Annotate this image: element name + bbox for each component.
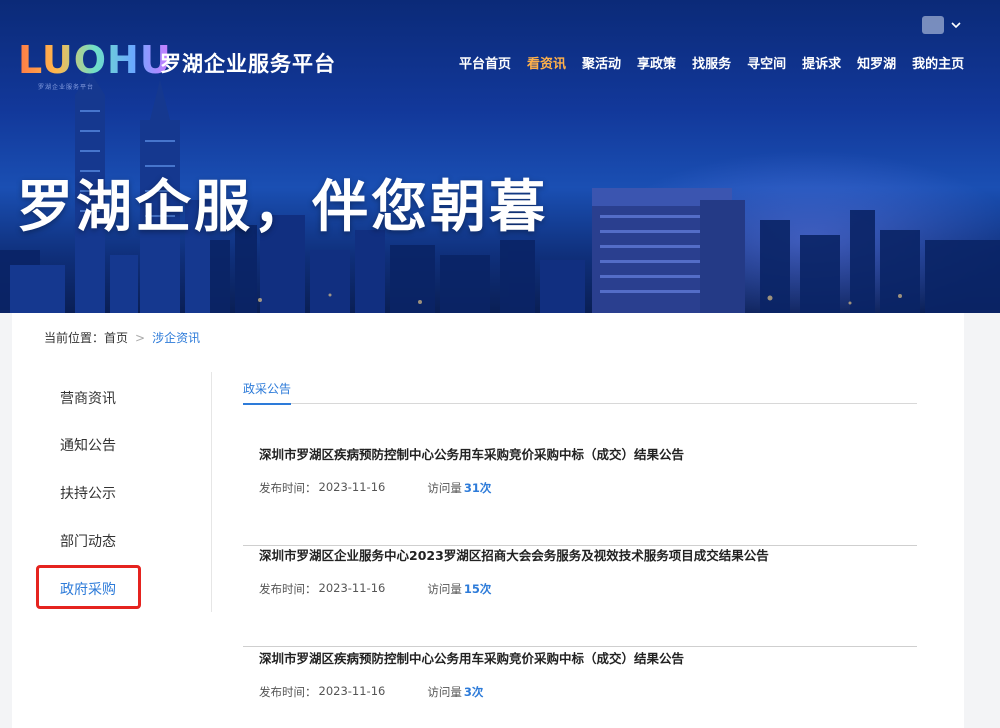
nav-item-requests[interactable]: 提诉求 [802,53,841,72]
publish-date: 2023-11-16 [318,684,386,698]
breadcrumb-current[interactable]: 涉企资讯 [152,329,200,346]
publish-date: 2023-11-16 [318,480,386,494]
views-label: 访问量 [427,582,462,596]
logo[interactable]: LUOHU 罗湖企业服务平台 [18,38,172,91]
article-title[interactable]: 深圳市罗湖区疾病预防控制中心公务用车采购竞价采购中标（成交）结果公告 [259,444,684,463]
publish-date: 2023-11-16 [318,581,386,595]
article-meta: 发布时间： 2023-11-16 访问量 3次 [259,684,483,700]
article-title[interactable]: 深圳市罗湖区企业服务中心2023罗湖区招商大会会务服务及视效技术服务项目成交结果… [259,545,769,564]
views-count: 3次 [463,685,484,699]
highlight-annotation-box [36,565,141,609]
article-meta: 发布时间： 2023-11-16 访问量 31次 [259,480,491,496]
date-label: 发布时间： [259,481,317,495]
breadcrumb: 当前位置： 首页 > 涉企资讯 [44,329,200,346]
nav-item-services[interactable]: 找服务 [692,53,731,72]
nav-item-news[interactable]: 看资讯 [527,53,566,72]
nav-item-home[interactable]: 平台首页 [459,53,511,72]
nav-item-my-home[interactable]: 我的主页 [912,53,964,72]
nav-item-about[interactable]: 知罗湖 [857,53,896,72]
list-item[interactable]: 深圳市罗湖区企业服务中心2023罗湖区招商大会会务服务及视效技术服务项目成交结果… [243,545,917,647]
sidebar-item-notices[interactable]: 通知公告 [60,435,116,455]
user-menu[interactable] [922,16,962,34]
breadcrumb-prefix: 当前位置： [44,331,105,345]
site-title[interactable]: 罗湖企业服务平台 [160,48,336,78]
nav-item-events[interactable]: 聚活动 [582,53,621,72]
nav-item-spaces[interactable]: 寻空间 [747,53,786,72]
sidebar-item-support-publicity[interactable]: 扶持公示 [60,483,116,503]
tab-bar: 政采公告 [243,380,917,405]
logo-wordmark: LUOHU [18,38,172,82]
list-item[interactable]: 深圳市罗湖区疾病预防控制中心公务用车采购竞价采购中标（成交）结果公告 发布时间：… [243,444,917,546]
sidebar-item-business-news[interactable]: 营商资讯 [60,388,116,408]
article-title[interactable]: 深圳市罗湖区疾病预防控制中心公务用车采购竞价采购中标（成交）结果公告 [259,648,684,667]
breadcrumb-home[interactable]: 首页 [104,329,128,346]
article-meta: 发布时间： 2023-11-16 访问量 15次 [259,581,491,597]
hero-slogan: 罗湖企服，伴您朝暮 [17,175,548,240]
views-label: 访问量 [427,481,462,495]
logo-tagline: 罗湖企业服务平台 [38,84,95,91]
chevron-down-icon[interactable] [950,19,962,31]
date-label: 发布时间： [259,685,317,699]
nav-item-policies[interactable]: 享政策 [637,53,676,72]
list-item[interactable]: 深圳市罗湖区疾病预防控制中心公务用车采购竞价采购中标（成交）结果公告 发布时间：… [243,648,917,728]
tab-procurement-announcements[interactable]: 政采公告 [243,380,292,405]
sidebar-item-department-news[interactable]: 部门动态 [60,531,116,551]
main-nav: 平台首页 看资讯 聚活动 享政策 找服务 寻空间 提诉求 知罗湖 我的主页 [459,53,964,72]
breadcrumb-separator: > [135,330,146,345]
date-label: 发布时间： [259,582,317,596]
hero-banner: LUOHU 罗湖企业服务平台 罗湖企业服务平台 平台首页 看资讯 聚活动 享政策… [0,0,1000,313]
views-count: 15次 [463,582,492,596]
avatar[interactable] [922,16,944,34]
views-label: 访问量 [427,685,462,699]
views-count: 31次 [463,481,492,495]
